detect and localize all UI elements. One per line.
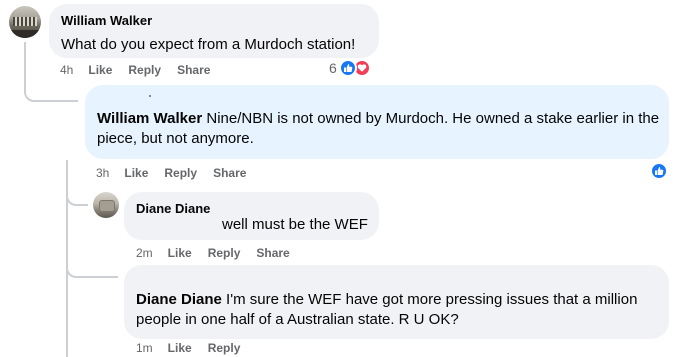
comment-bubble-highlighted: William Walker Nine/NBN is not owned by …	[85, 85, 669, 159]
comment-time[interactable]: 4h	[60, 63, 73, 77]
comment-actions: 2m Like Reply Share	[136, 246, 306, 260]
comment-text: William Walker Nine/NBN is not owned by …	[97, 109, 662, 149]
thread-connector	[24, 80, 78, 102]
reply-button[interactable]: Reply	[208, 246, 241, 260]
like-button[interactable]: Like	[88, 63, 112, 77]
comment-time[interactable]: 2m	[136, 246, 153, 260]
comment-author[interactable]: William Walker	[97, 110, 202, 127]
comment-actions: 4h Like Reply Share	[60, 63, 226, 77]
share-button[interactable]: Share	[256, 246, 289, 260]
reply-button[interactable]: Reply	[208, 341, 241, 355]
comment-actions: 1m Like Reply	[136, 341, 256, 355]
reaction-summary[interactable]	[650, 162, 668, 180]
share-button[interactable]: Share	[177, 63, 210, 77]
reply-button[interactable]: Reply	[128, 63, 161, 77]
comment-actions: 3h Like Reply Share	[96, 166, 262, 180]
like-button[interactable]: Like	[168, 246, 192, 260]
comment-bubble: Diane Diane well must be the WEF	[124, 192, 379, 240]
comment-text: well must be the WEF	[222, 216, 368, 233]
avatar[interactable]	[9, 6, 41, 38]
comment-text: Diane Diane I'm sure the WEF have got mo…	[136, 290, 661, 330]
avatar[interactable]	[93, 192, 119, 218]
reaction-summary[interactable]: 6	[329, 59, 371, 77]
comment-time[interactable]: 3h	[96, 166, 109, 180]
comment-bubble: Diane Diane I'm sure the WEF have got mo…	[124, 265, 669, 339]
comment-author[interactable]: William Walker	[61, 13, 152, 28]
comment-author[interactable]: Diane Diane	[136, 291, 222, 308]
reply-button[interactable]: Reply	[164, 166, 197, 180]
share-button[interactable]: Share	[213, 166, 246, 180]
like-icon	[338, 59, 357, 77]
thread-connector	[66, 190, 88, 206]
comment-time[interactable]: 1m	[136, 341, 153, 355]
dot-marker	[149, 95, 151, 97]
like-button[interactable]: Like	[168, 341, 192, 355]
comment-bubble: William Walker What do you expect from a…	[49, 4, 379, 58]
comment-author[interactable]: Diane Diane	[136, 201, 210, 216]
like-icon	[650, 162, 668, 180]
like-button[interactable]: Like	[124, 166, 148, 180]
comment-text: What do you expect from a Murdoch statio…	[61, 36, 356, 53]
thread-connector	[66, 262, 118, 278]
reaction-count: 6	[329, 60, 337, 76]
